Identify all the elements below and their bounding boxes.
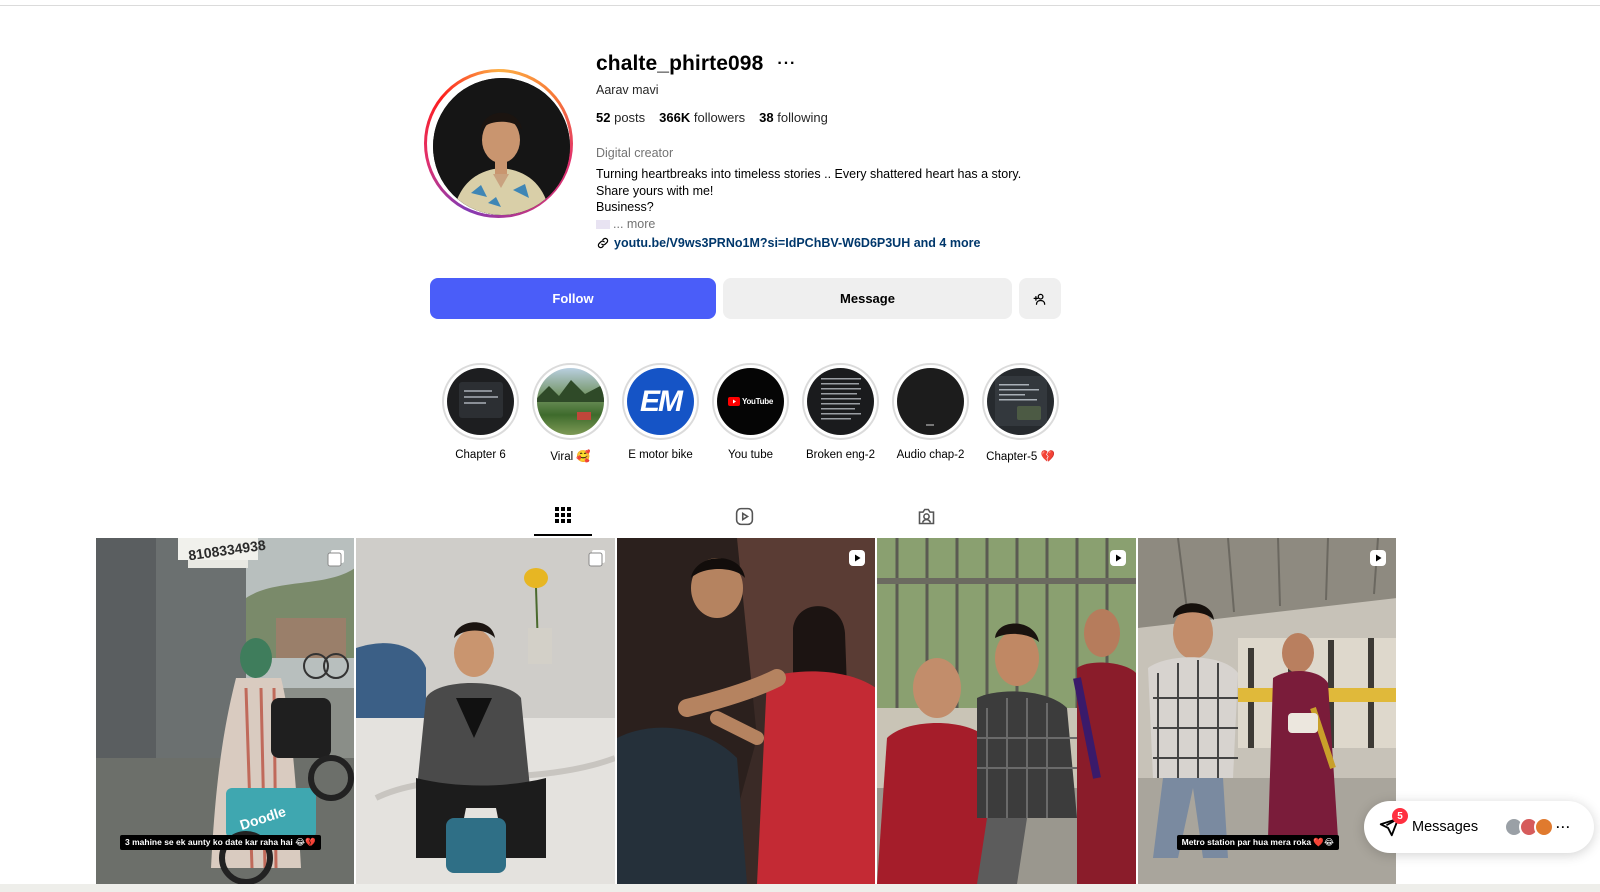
profile-link-text[interactable]: youtu.be/V9ws3PRNo1M?si=IdPChBV-W6D6P3UH…: [614, 236, 980, 250]
tab-tagged[interactable]: [897, 496, 955, 536]
add-person-icon: [1033, 293, 1046, 305]
post-caption: Metro station par hua mera roka ❤️😂: [1176, 835, 1339, 850]
highlight-label: You tube: [728, 449, 773, 461]
profile-bio: Turning heartbreaks into timeless storie…: [596, 166, 1021, 232]
message-avatars: ···: [1504, 817, 1571, 837]
highlight-cover: [987, 368, 1054, 435]
posts-grid: 8108334938 Doodle 3 mahine se ek aunty k…: [96, 538, 1397, 884]
tab-reels[interactable]: [715, 496, 773, 536]
highlight-cover: [897, 368, 964, 435]
highlight-cover: [537, 368, 604, 435]
unread-badge: 5: [1392, 808, 1408, 824]
following-stat[interactable]: 38 following: [759, 110, 828, 125]
reel-icon: [1109, 549, 1127, 567]
more-avatars-icon: ···: [1556, 820, 1572, 834]
flag-emoji-icon: [596, 219, 610, 229]
post-tile[interactable]: [356, 538, 615, 884]
highlight-label: E motor bike: [628, 449, 693, 461]
posts-stat: 52 posts: [596, 110, 646, 125]
username-row: chalte_phirte098 ···: [596, 52, 796, 76]
highlight-item[interactable]: Broken eng-2: [802, 363, 879, 463]
profile-stats: 52 posts 366K followers 38 following: [596, 110, 828, 125]
full-name: Aarav mavi: [596, 83, 659, 97]
highlight-item[interactable]: EM E motor bike: [622, 363, 699, 463]
more-options-icon[interactable]: ···: [777, 55, 796, 73]
story-highlights: Chapter 6 Viral 🥰 EM E motor bike YouTub…: [442, 363, 1059, 463]
profile-avatar[interactable]: [433, 78, 570, 215]
bottom-edge: [0, 884, 1600, 892]
highlight-cover: [807, 368, 874, 435]
followers-stat[interactable]: 366K followers: [659, 110, 745, 125]
reels-icon: [735, 507, 753, 525]
link-icon: [597, 237, 609, 249]
avatar: [1534, 817, 1555, 837]
reel-icon: [848, 549, 866, 567]
post-tile[interactable]: [616, 538, 876, 884]
highlight-item[interactable]: Viral 🥰: [532, 363, 609, 463]
profile-avatar-story-ring[interactable]: [424, 69, 573, 218]
tagged-icon: [918, 508, 934, 524]
grid-icon: [555, 507, 571, 523]
messages-icon: 5: [1378, 808, 1408, 838]
profile-tabs: [534, 496, 1008, 536]
bio-line: Turning heartbreaks into timeless storie…: [596, 167, 1022, 181]
profile-category: Digital creator: [596, 146, 674, 160]
highlight-label: Chapter 6: [455, 449, 506, 461]
top-divider: [0, 5, 1600, 6]
tab-posts[interactable]: [534, 496, 592, 536]
highlight-item[interactable]: YouTube You tube: [712, 363, 789, 463]
post-tile[interactable]: 8108334938 Doodle 3 mahine se ek aunty k…: [96, 538, 355, 884]
username: chalte_phirte098: [596, 52, 764, 75]
highlight-item[interactable]: Audio chap-2: [892, 363, 969, 463]
youtube-logo: YouTube: [717, 368, 784, 435]
suggested-accounts-button[interactable]: [1019, 278, 1061, 319]
bio-line: Business?: [596, 200, 654, 214]
highlight-label: Audio chap-2: [896, 449, 965, 461]
highlight-cover: [447, 368, 514, 435]
message-button[interactable]: Message: [723, 278, 1012, 319]
bio-line: Share yours with me!: [596, 183, 714, 198]
highlight-label: Chapter-5 💔: [986, 451, 1055, 463]
post-caption: 3 mahine se ek aunty ko date kar raha ha…: [120, 835, 321, 850]
highlight-label: Viral 🥰: [550, 451, 591, 463]
reel-icon: [1369, 549, 1387, 567]
highlight-label: Broken eng-2: [805, 449, 876, 461]
post-tile[interactable]: [877, 538, 1136, 884]
highlight-item[interactable]: Chapter-5 💔: [982, 363, 1059, 463]
e-motor-logo: EM: [627, 368, 694, 435]
messages-drawer-button[interactable]: 5 Messages ···: [1364, 801, 1594, 853]
post-tile[interactable]: Metro station par hua mera roka ❤️😂: [1137, 538, 1397, 884]
bio-more-link[interactable]: ... more: [613, 217, 655, 231]
carousel-icon: [588, 549, 606, 567]
highlight-item[interactable]: Chapter 6: [442, 363, 519, 463]
profile-link[interactable]: youtu.be/V9ws3PRNo1M?si=IdPChBV-W6D6P3UH…: [596, 236, 980, 250]
carousel-icon: [327, 549, 345, 567]
follow-button[interactable]: Follow: [430, 278, 716, 319]
messages-label: Messages: [1412, 819, 1479, 835]
